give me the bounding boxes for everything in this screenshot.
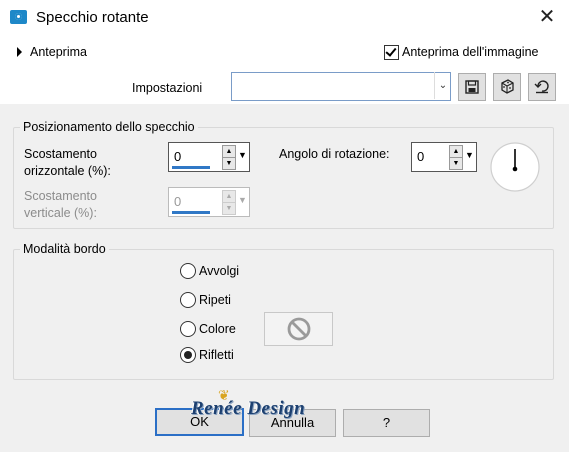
rotation-angle-spinner[interactable]: ▲ ▼ ▼ <box>411 142 477 172</box>
vertical-offset-spinner: ▲ ▼ ▼ <box>168 187 250 217</box>
reset-button[interactable] <box>528 73 556 101</box>
radio-repeat-label[interactable]: Ripeti <box>199 293 231 307</box>
expand-caret-icon[interactable] <box>17 47 22 57</box>
spin-down-icon: ▼ <box>222 202 236 215</box>
dice-icon <box>500 79 514 94</box>
watermark-logo: Renée Design <box>191 398 306 419</box>
save-preset-button[interactable] <box>458 73 486 101</box>
chevron-down-icon[interactable]: ⌄ <box>434 72 451 99</box>
horizontal-offset-underline <box>172 166 210 169</box>
vertical-offset-input <box>174 194 214 209</box>
help-button[interactable]: ? <box>343 409 430 437</box>
vertical-offset-underline <box>172 211 210 214</box>
settings-combo[interactable] <box>231 72 451 101</box>
spin-down-icon[interactable]: ▼ <box>222 157 236 170</box>
reset-icon <box>534 80 549 94</box>
close-button[interactable]: ✕ <box>536 6 558 28</box>
dropdown-arrow-icon[interactable]: ▼ <box>465 150 474 160</box>
randomize-button[interactable] <box>493 73 521 101</box>
spin-down-icon[interactable]: ▼ <box>449 157 463 170</box>
radio-repeat[interactable] <box>180 292 196 308</box>
horizontal-offset-spinner[interactable]: ▲ ▼ ▼ <box>168 142 250 172</box>
dropdown-arrow-icon[interactable]: ▼ <box>238 150 247 160</box>
vertical-offset-label: Scostamento verticale (%): <box>24 189 97 220</box>
preview-toggle-label[interactable]: Anteprima <box>30 45 87 59</box>
rotation-angle-label: Angolo di rotazione: <box>279 147 390 161</box>
edge-mode-legend: Modalità bordo <box>20 242 109 256</box>
radio-wrap[interactable] <box>180 263 196 279</box>
color-swatch[interactable] <box>264 312 333 346</box>
radio-reflect[interactable] <box>180 347 196 363</box>
rotation-dial[interactable] <box>488 140 542 194</box>
radio-color[interactable] <box>180 321 196 337</box>
radio-reflect-label[interactable]: Rifletti <box>199 348 234 362</box>
horizontal-offset-input[interactable] <box>174 149 214 164</box>
image-preview-label: Anteprima dell'immagine <box>402 45 539 59</box>
radio-color-label[interactable]: Colore <box>199 322 236 336</box>
dropdown-arrow-icon: ▼ <box>238 195 247 205</box>
no-color-icon <box>287 317 311 341</box>
window-title: Specchio rotante <box>36 9 149 26</box>
horizontal-offset-label: Scostamento orizzontale (%): <box>24 147 111 178</box>
radio-wrap-label[interactable]: Avvolgi <box>199 264 239 278</box>
settings-label: Impostazioni <box>132 81 203 95</box>
app-camera-icon <box>10 10 27 24</box>
mirror-position-legend: Posizionamento dello specchio <box>20 120 198 134</box>
rotation-angle-input[interactable] <box>417 149 441 164</box>
image-preview-checkbox[interactable] <box>384 45 399 60</box>
save-icon <box>465 80 479 94</box>
